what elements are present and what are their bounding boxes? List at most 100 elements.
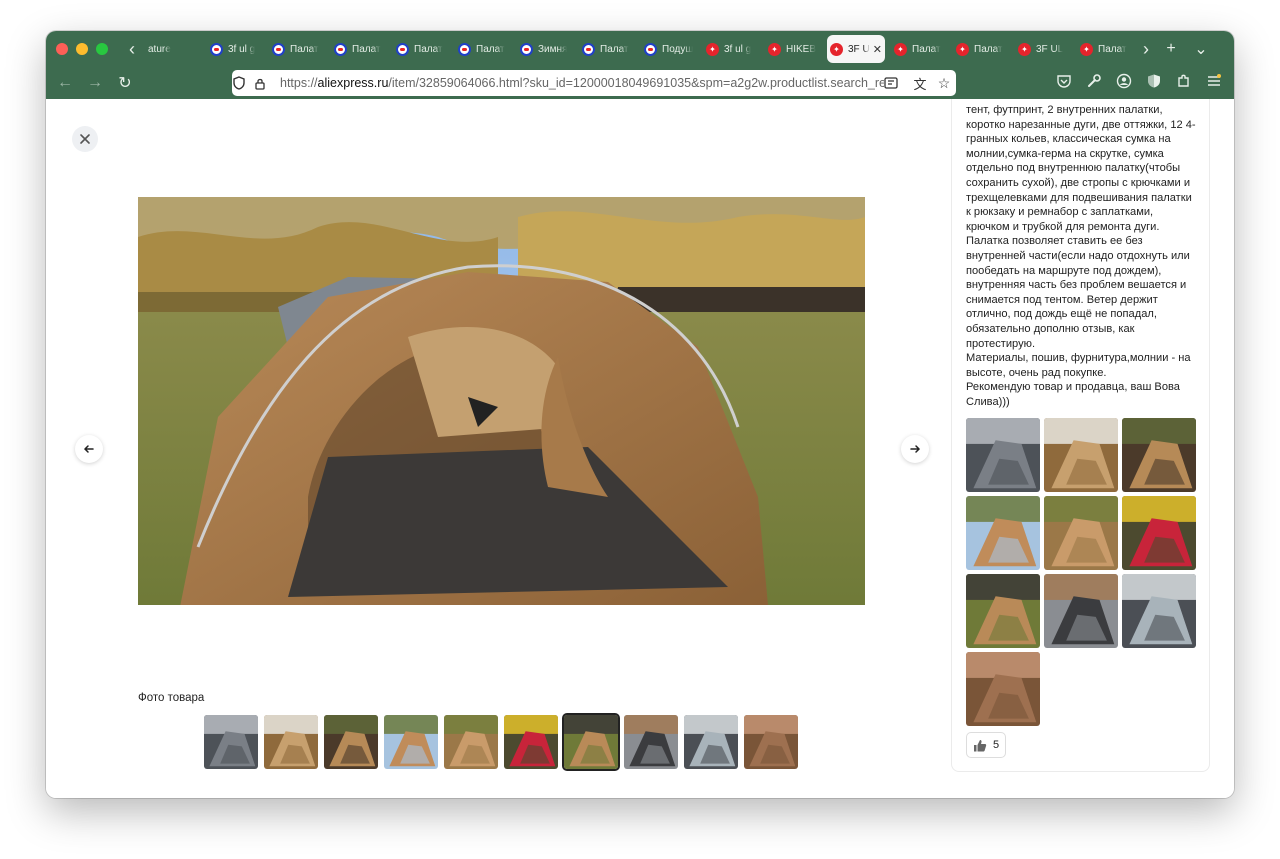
tab-bar: ‹ ature 3f ul g Палат Палат Палат Палат Зимня П… xyxy=(46,31,1234,67)
photo-thumbnail-image xyxy=(744,715,798,769)
url-text[interactable]: https://aliexpress.ru/item/32859064066.h… xyxy=(280,76,884,90)
minimize-window-button[interactable] xyxy=(76,43,88,55)
lock-icon[interactable] xyxy=(254,77,276,90)
aliexpress-favicon-icon: ✦ xyxy=(706,42,719,56)
gallery-thumbnail-strip xyxy=(204,715,798,769)
tab-label: 3F U xyxy=(848,43,870,55)
ozon-favicon-icon xyxy=(520,42,533,56)
browser-tab[interactable]: Палат xyxy=(455,35,511,63)
reload-icon[interactable]: ↻ xyxy=(110,73,140,93)
browser-tab[interactable]: ✦ Палат xyxy=(953,35,1009,63)
photo-thumbnail-image xyxy=(564,715,618,769)
tabs-scroll-right-icon[interactable]: › xyxy=(1136,35,1156,63)
page-content: Фото товара тент, футпринт, 2 внутренних… xyxy=(46,99,1234,798)
review-photo[interactable] xyxy=(966,574,1040,648)
tab-label: Палат xyxy=(352,43,381,55)
reader-view-icon[interactable] xyxy=(884,77,908,89)
url-bar[interactable]: https://aliexpress.ru/item/32859064066.h… xyxy=(232,70,956,96)
shield-icon[interactable] xyxy=(232,76,254,90)
browser-tab[interactable]: ✦ Палат xyxy=(1077,35,1133,63)
gallery-thumbnail[interactable] xyxy=(204,715,258,769)
browser-tab[interactable]: ✦ Палат xyxy=(891,35,947,63)
photo-thumbnail-image xyxy=(1122,574,1196,648)
tab-label: 3f ul g xyxy=(228,43,256,55)
aliexpress-favicon-icon: ✦ xyxy=(894,42,907,56)
tab-label: Палат xyxy=(912,43,941,55)
review-photo[interactable] xyxy=(1122,574,1196,648)
next-photo-arrow-icon[interactable] xyxy=(901,435,929,463)
close-window-button[interactable] xyxy=(56,43,68,55)
photo-thumbnail-image xyxy=(624,715,678,769)
browser-tab[interactable]: Палат xyxy=(331,35,387,63)
ozon-favicon-icon xyxy=(272,42,285,56)
gallery-thumbnail[interactable] xyxy=(624,715,678,769)
review-photo[interactable] xyxy=(966,496,1040,570)
browser-tab[interactable]: ature xyxy=(145,35,201,63)
photo-thumbnail-image xyxy=(966,574,1040,648)
wrench-icon[interactable] xyxy=(1086,73,1104,91)
ozon-favicon-icon xyxy=(334,42,347,56)
new-tab-icon[interactable]: + xyxy=(1156,40,1186,58)
close-gallery-button[interactable] xyxy=(72,126,98,152)
browser-tab[interactable]: 3f ul g xyxy=(207,35,263,63)
gallery-thumbnail[interactable] xyxy=(564,715,618,769)
star-bookmark-icon[interactable]: ☆ xyxy=(932,75,956,92)
translate-icon[interactable]: 文 xyxy=(908,74,932,93)
forward-arrow-icon[interactable]: → xyxy=(80,74,110,92)
review-photo[interactable] xyxy=(1044,418,1118,492)
photo-thumbnail-image xyxy=(1122,418,1196,492)
zoom-window-button[interactable] xyxy=(96,43,108,55)
browser-tab[interactable]: Зимня xyxy=(517,35,573,63)
browser-tab[interactable]: ✦ 3F U ✕ xyxy=(827,35,885,63)
photo-thumbnail-image xyxy=(1044,418,1118,492)
nav-toolbar: ← → ↻ https://aliexpress.ru/item/3285906… xyxy=(46,67,1234,99)
review-photo[interactable] xyxy=(1122,418,1196,492)
ublock-shield-icon[interactable] xyxy=(1146,73,1164,91)
review-photo[interactable] xyxy=(966,418,1040,492)
gallery-thumbnail[interactable] xyxy=(744,715,798,769)
account-icon[interactable] xyxy=(1116,73,1134,91)
tab-strip: ature 3f ul g Палат Палат Палат Палат Зимня Пал… xyxy=(142,35,1136,63)
browser-tab[interactable]: ✦ HIKEB xyxy=(765,35,821,63)
browser-tab[interactable]: ✦ 3F UL xyxy=(1015,35,1071,63)
gallery-thumbnail[interactable] xyxy=(684,715,738,769)
browser-tab[interactable]: Подуш xyxy=(641,35,697,63)
pocket-icon[interactable] xyxy=(1056,73,1074,91)
aliexpress-favicon-icon: ✦ xyxy=(1080,42,1093,56)
back-arrow-icon[interactable]: ← xyxy=(50,74,80,92)
main-product-photo xyxy=(138,197,865,605)
gallery-thumbnail[interactable] xyxy=(324,715,378,769)
review-text: тент, футпринт, 2 внутренних палатки, ко… xyxy=(966,103,1196,409)
photo-thumbnail-image xyxy=(1044,574,1118,648)
like-count: 5 xyxy=(992,739,1000,751)
ozon-favicon-icon xyxy=(644,42,657,56)
extensions-puzzle-icon[interactable] xyxy=(1176,73,1194,91)
review-paragraph-2: Материалы, пошив, фурнитура,молнии - на … xyxy=(966,352,1191,379)
gallery-title: Фото товара xyxy=(138,692,205,704)
browser-tab[interactable]: Палат xyxy=(393,35,449,63)
like-button[interactable]: 5 xyxy=(966,732,1006,758)
review-photo[interactable] xyxy=(1122,496,1196,570)
gallery-thumbnail[interactable] xyxy=(384,715,438,769)
browser-tab[interactable]: Палат xyxy=(579,35,635,63)
tab-label: 3F UL xyxy=(1036,43,1064,55)
menu-hamburger-icon[interactable] xyxy=(1206,73,1224,91)
review-photo[interactable] xyxy=(1044,496,1118,570)
previous-photo-arrow-icon[interactable] xyxy=(75,435,103,463)
tab-list-chevron-icon[interactable]: ⌄ xyxy=(1186,39,1216,59)
ozon-favicon-icon xyxy=(210,42,223,56)
close-tab-icon[interactable]: ✕ xyxy=(873,43,882,56)
tab-label: Подуш xyxy=(662,43,694,55)
gallery-thumbnail[interactable] xyxy=(504,715,558,769)
browser-tab[interactable]: Палат xyxy=(269,35,325,63)
gallery-thumbnail[interactable] xyxy=(264,715,318,769)
gallery-thumbnail[interactable] xyxy=(444,715,498,769)
aliexpress-favicon-icon: ✦ xyxy=(1018,42,1031,56)
review-photo[interactable] xyxy=(1044,574,1118,648)
review-photo[interactable] xyxy=(966,652,1040,726)
browser-tab[interactable]: ✦ 3f ul g xyxy=(703,35,759,63)
aliexpress-favicon-icon: ✦ xyxy=(956,42,969,56)
tabs-scroll-left-icon[interactable]: ‹ xyxy=(122,35,142,63)
review-photo-grid xyxy=(966,418,1196,726)
tab-label: Палат xyxy=(974,43,1003,55)
